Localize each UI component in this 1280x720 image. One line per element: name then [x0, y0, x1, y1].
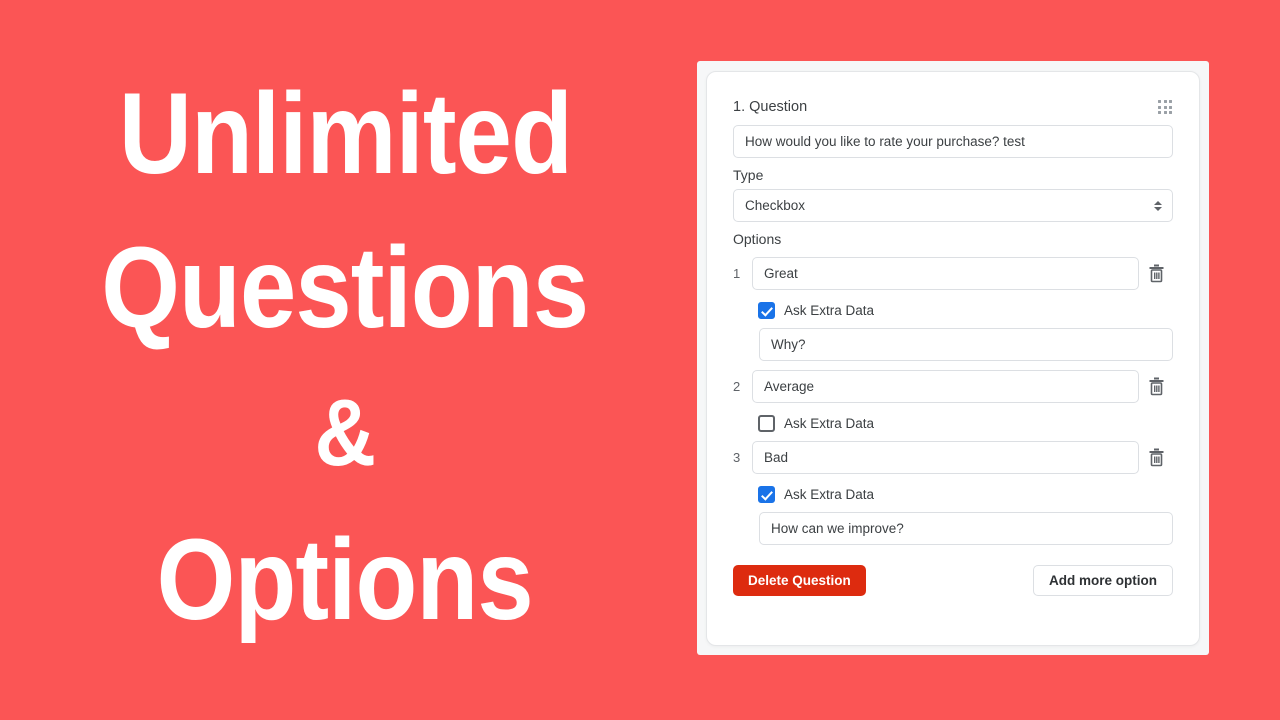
- question-editor-panel: 1. Question Type Checkbox Options 1: [697, 61, 1209, 655]
- option-row: 1: [733, 257, 1173, 290]
- trash-icon[interactable]: [1139, 443, 1173, 473]
- promo-line-3: &: [314, 380, 377, 487]
- option-item: 3 Ask Extra: [733, 441, 1173, 545]
- ask-extra-data-checkbox[interactable]: [758, 486, 775, 503]
- extra-question-input[interactable]: [759, 512, 1173, 545]
- type-select-value: Checkbox: [745, 197, 806, 213]
- option-item: 2 Ask Extra: [733, 370, 1173, 432]
- options-label: Options: [733, 231, 782, 247]
- question-input[interactable]: [733, 125, 1173, 158]
- ask-extra-data-label: Ask Extra Data: [784, 486, 875, 502]
- extra-input-wrap: [733, 328, 1173, 361]
- ask-extra-data-row: Ask Extra Data: [733, 415, 1173, 432]
- ask-extra-data-checkbox[interactable]: [758, 302, 775, 319]
- add-more-option-button[interactable]: Add more option: [1033, 565, 1173, 596]
- question-header: 1. Question: [733, 98, 1173, 120]
- option-row: 2: [733, 370, 1173, 403]
- ask-extra-data-row: Ask Extra Data: [733, 302, 1173, 319]
- option-number: 2: [733, 379, 741, 394]
- ask-extra-data-row: Ask Extra Data: [733, 486, 1173, 503]
- question-card: 1. Question Type Checkbox Options 1: [706, 71, 1200, 646]
- trash-icon[interactable]: [1139, 259, 1173, 289]
- card-footer: Delete Question Add more option: [733, 565, 1173, 596]
- type-select[interactable]: Checkbox: [733, 189, 1173, 222]
- option-input[interactable]: [752, 257, 1139, 290]
- option-input[interactable]: [752, 370, 1139, 403]
- ask-extra-data-checkbox[interactable]: [758, 415, 775, 432]
- promo-line-4: Options: [156, 515, 534, 644]
- question-heading: 1. Question: [733, 99, 808, 115]
- promo-line-2: Questions: [101, 224, 590, 353]
- drag-handle-icon[interactable]: [1158, 100, 1172, 114]
- delete-question-button[interactable]: Delete Question: [733, 565, 866, 596]
- trash-icon[interactable]: [1139, 372, 1173, 402]
- option-input[interactable]: [752, 441, 1139, 474]
- promo-panel: Unlimited Questions & Options: [0, 0, 690, 720]
- promo-line-1: Unlimited: [118, 69, 572, 198]
- option-row: 3: [733, 441, 1173, 474]
- options-list: 1 Ask Extra: [733, 257, 1173, 545]
- option-item: 1 Ask Extra: [733, 257, 1173, 361]
- ask-extra-data-label: Ask Extra Data: [784, 415, 875, 431]
- option-number: 3: [733, 450, 741, 465]
- extra-question-input[interactable]: [759, 328, 1173, 361]
- extra-input-wrap: [733, 512, 1173, 545]
- question-input-wrap: [733, 125, 1173, 158]
- type-select-wrap: Checkbox: [733, 189, 1173, 222]
- option-number: 1: [733, 266, 741, 281]
- type-label: Type: [733, 167, 764, 183]
- ask-extra-data-label: Ask Extra Data: [784, 302, 875, 318]
